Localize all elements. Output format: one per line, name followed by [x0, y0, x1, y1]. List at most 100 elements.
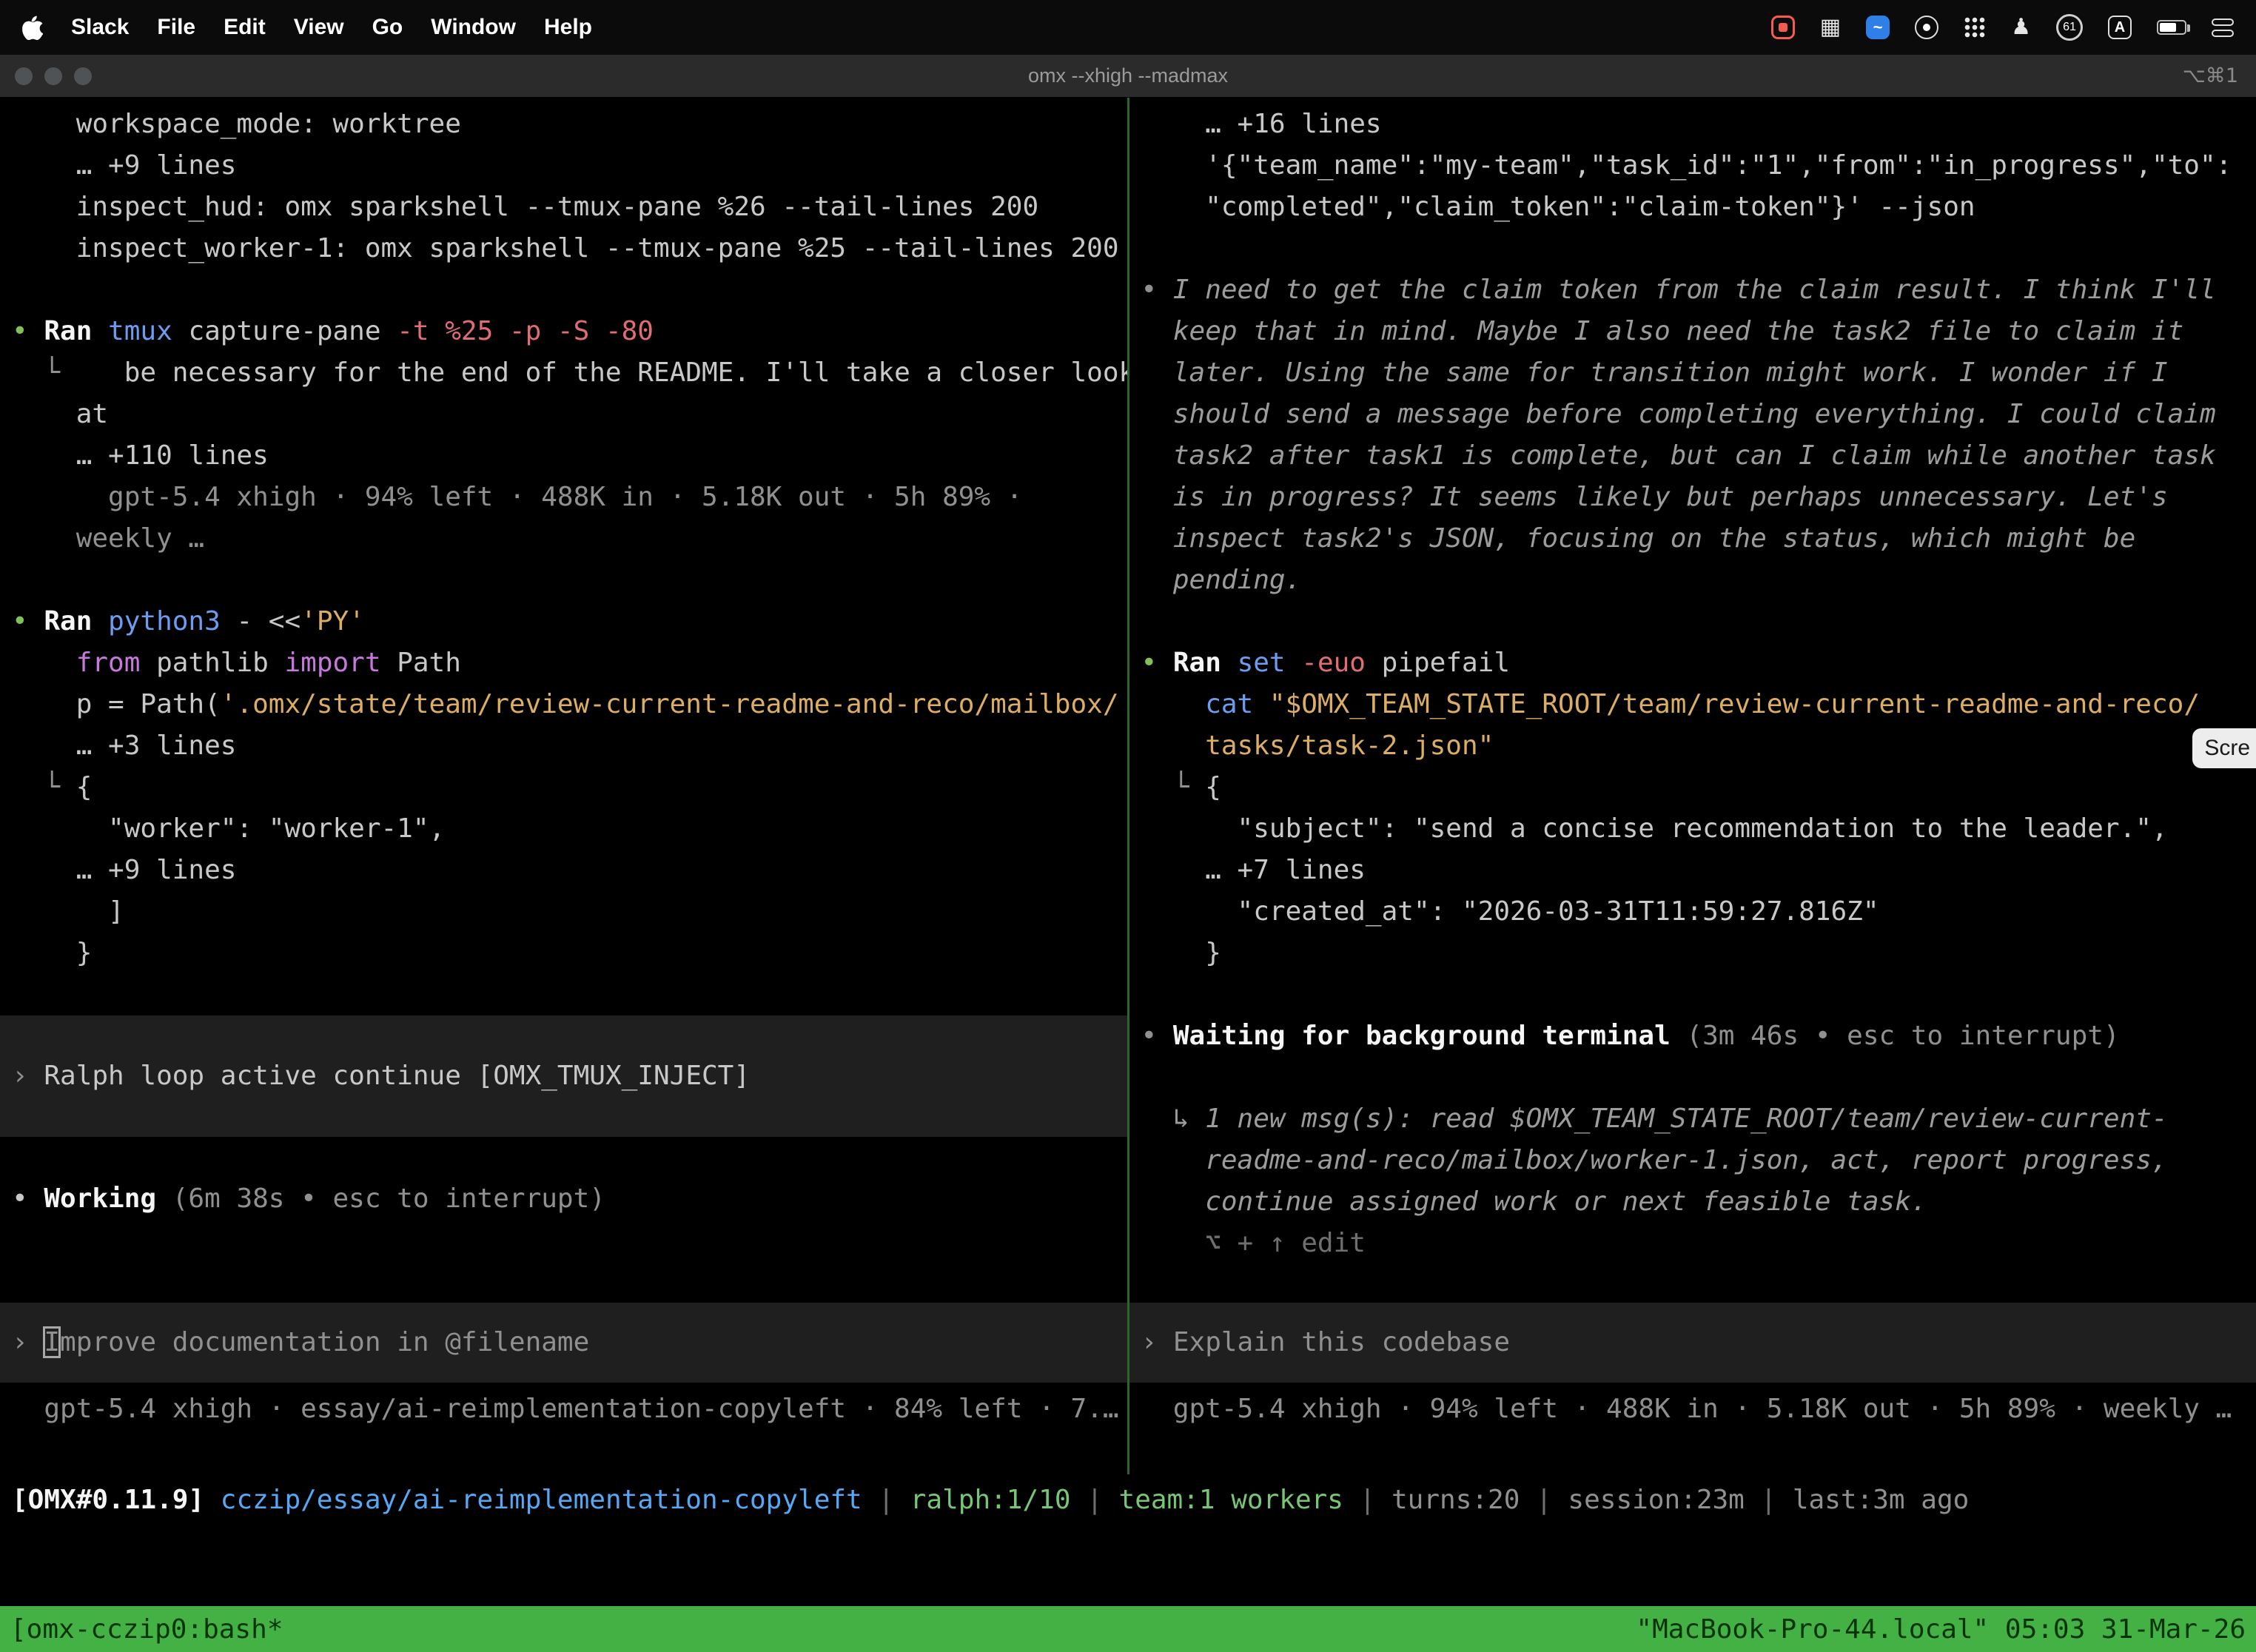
- text-segment: team:1 workers: [1119, 1485, 1343, 1515]
- text-segment: task2 after task1 is complete, but can I…: [1141, 440, 2216, 471]
- terminal-line: • I need to get the claim token from the…: [1129, 269, 2256, 311]
- terminal-line: • Ran python3 - <<'PY': [0, 601, 1127, 642]
- prompt-suggestion-right[interactable]: › Explain this codebase: [1129, 1303, 2256, 1383]
- terminal-line: • Ran tmux capture-pane -t %25 -p -S -80: [0, 311, 1127, 352]
- prompt-line[interactable]: › Improve documentation in @filename: [0, 1322, 1127, 1363]
- text-segment: workspace_mode: worktree: [12, 109, 461, 139]
- text-segment: └: [12, 357, 124, 388]
- text-segment: pipefail: [1366, 648, 1510, 678]
- menu-window[interactable]: Window: [431, 15, 516, 40]
- terminal-line: keep that in mind. Maybe I also need the…: [1129, 311, 2256, 352]
- terminal-line: [0, 974, 1127, 1015]
- menu-file[interactable]: File: [157, 15, 195, 40]
- terminal-line: [1129, 228, 2256, 269]
- text-segment: └: [1141, 772, 1206, 802]
- terminal-line: '{"team_name":"my-team","task_id":"1","f…: [1129, 145, 2256, 187]
- battery-tip: [2187, 24, 2190, 32]
- text-segment: I: [44, 1327, 60, 1357]
- terminal-line: … +110 lines: [0, 435, 1127, 477]
- battery-icon[interactable]: [2157, 20, 2186, 35]
- terminal-line: └ {: [1129, 767, 2256, 808]
- terminal-pane-left[interactable]: workspace_mode: worktree … +9 lines insp…: [0, 98, 1127, 1474]
- text-segment: tasks/task-2.json": [1141, 731, 1494, 761]
- terminal-line: [0, 1137, 1127, 1178]
- terminal-line: later. Using the same for transition mig…: [1129, 352, 2256, 394]
- minimize-button[interactable]: [44, 67, 62, 85]
- text-segment: ›: [12, 1327, 44, 1357]
- text-segment: at: [12, 399, 108, 429]
- tmux-status-bar: [omx-cczip0:bash* "MacBook-Pro-44.local"…: [0, 1606, 2256, 1652]
- text-segment: └: [12, 772, 76, 802]
- app-menus: Slack File Edit View Go Window Help: [71, 15, 592, 40]
- terminal-line: └ be necessary for the end of the README…: [0, 352, 1127, 394]
- text-segment: |: [862, 1485, 910, 1515]
- text-segment: "subject": "send a concise recommendatio…: [1141, 813, 2168, 844]
- launchpad-grid-icon[interactable]: [1964, 16, 1986, 38]
- text-segment: I need to get the claim token from the c…: [1173, 275, 2216, 305]
- text-segment: Waiting for background terminal: [1173, 1021, 1687, 1051]
- text-segment: inspect_worker-1: omx sparkshell --tmux-…: [12, 233, 1119, 263]
- menu-go[interactable]: Go: [372, 15, 403, 40]
- input-source-icon[interactable]: A: [2108, 16, 2132, 39]
- text-segment: '.omx/state/team/review-current-readme-a…: [221, 689, 1119, 719]
- text-segment: [OMX#0.11.9]: [12, 1485, 221, 1515]
- terminal-line: … +7 lines: [1129, 850, 2256, 891]
- menu-view[interactable]: View: [294, 15, 344, 40]
- keyboard-icon[interactable]: ▦: [1820, 16, 1841, 39]
- text-segment: "created_at": "2026-03-31T11:59:27.816Z": [1141, 896, 1879, 927]
- text-segment: '{"team_name":"my-team","task_id":"1","f…: [1141, 150, 2232, 181]
- pane-right-status-line: gpt-5.4 xhigh · 94% left · 488K in · 5.1…: [1129, 1389, 2256, 1430]
- figure-app-icon[interactable]: ♟: [2011, 16, 2031, 39]
- terminal-line: … +9 lines: [0, 850, 1127, 891]
- control-center-icon[interactable]: [2212, 19, 2234, 37]
- terminal-line: pending.: [1129, 560, 2256, 601]
- window-title-bar[interactable]: omx --xhigh --madmax ⌥⌘1: [0, 55, 2256, 98]
- terminal-line: continue assigned work or next feasible …: [1129, 1181, 2256, 1223]
- zoom-button[interactable]: [74, 67, 92, 85]
- terminal-line: [1129, 601, 2256, 642]
- screen-recording-indicator-icon[interactable]: [1771, 16, 1795, 39]
- menu-edit[interactable]: Edit: [224, 15, 266, 40]
- terminal-pane-right[interactable]: … +16 lines '{"team_name":"my-team","tas…: [1129, 98, 2256, 1474]
- menu-help[interactable]: Help: [544, 15, 592, 40]
- prompt-suggestion-left[interactable]: › Improve documentation in @filename: [0, 1303, 1127, 1383]
- apple-menu-icon[interactable]: [22, 16, 43, 40]
- text-segment: |: [1071, 1485, 1119, 1515]
- menu-slack[interactable]: Slack: [71, 15, 129, 40]
- text-segment: python3: [108, 606, 221, 637]
- text-segment: "completed","claim_token":"claim-token"}…: [1141, 192, 1975, 222]
- text-segment: "$OMX_TEAM_STATE_ROOT/team/review-curren…: [1269, 689, 2200, 719]
- terminal-window: omx --xhigh --madmax ⌥⌘1 workspace_mode:…: [0, 55, 2256, 1652]
- text-segment: gpt-5.4 xhigh · 94% left · 488K in · 5.1…: [12, 482, 1022, 512]
- text-segment: should send a message before completing …: [1141, 399, 2216, 429]
- screen-share-overlay[interactable]: Scre: [2192, 728, 2256, 768]
- blue-app-icon[interactable]: ~: [1866, 16, 1890, 39]
- text-segment: … +9 lines: [12, 150, 236, 181]
- window-shortcut-hint: ⌥⌘1: [2183, 64, 2256, 87]
- terminal-line: ↳ 1 new msg(s): read $OMX_TEAM_STATE_ROO…: [1129, 1098, 2256, 1140]
- text-segment: import: [284, 648, 380, 678]
- terminal-line: "subject": "send a concise recommendatio…: [1129, 808, 2256, 850]
- terminal-line: "completed","claim_token":"claim-token"}…: [1129, 187, 2256, 228]
- dark-app-icon[interactable]: [1915, 16, 1938, 39]
- text-segment: turns:20: [1391, 1485, 1520, 1515]
- text-segment: last:3m ago: [1793, 1485, 1969, 1515]
- terminal-line: … +16 lines: [1129, 104, 2256, 145]
- text-segment: … +3 lines: [12, 731, 236, 761]
- omx-status-line: [OMX#0.11.9] cczip/essay/ai-reimplementa…: [0, 1480, 1969, 1521]
- terminal-line: should send a message before completing …: [1129, 394, 2256, 435]
- prompt-line[interactable]: › Explain this codebase: [1129, 1322, 2256, 1363]
- terminal-content: workspace_mode: worktree … +9 lines insp…: [0, 98, 2256, 1652]
- text-segment: capture-pane: [172, 316, 397, 346]
- text-segment: (3m 46s • esc to interrupt): [1686, 1021, 2119, 1051]
- text-segment: ›: [12, 1061, 44, 1091]
- terminal-line: › Ralph loop active continue [OMX_TMUX_I…: [0, 1055, 1127, 1097]
- text-segment: -euo: [1286, 648, 1366, 678]
- terminal-line: gpt-5.4 xhigh · 94% left · 488K in · 5.1…: [0, 477, 1127, 518]
- tmux-host-clock: "MacBook-Pro-44.local" 05:03 31-Mar-26: [1636, 1614, 2246, 1645]
- terminal-line: "worker": "worker-1",: [0, 808, 1127, 850]
- text-segment: Path: [381, 648, 461, 678]
- battery-percent-badge[interactable]: 61: [2056, 14, 2083, 41]
- close-button[interactable]: [15, 67, 33, 85]
- text-segment: readme-and-reco/mailbox/worker-1.json, a…: [1141, 1145, 2168, 1175]
